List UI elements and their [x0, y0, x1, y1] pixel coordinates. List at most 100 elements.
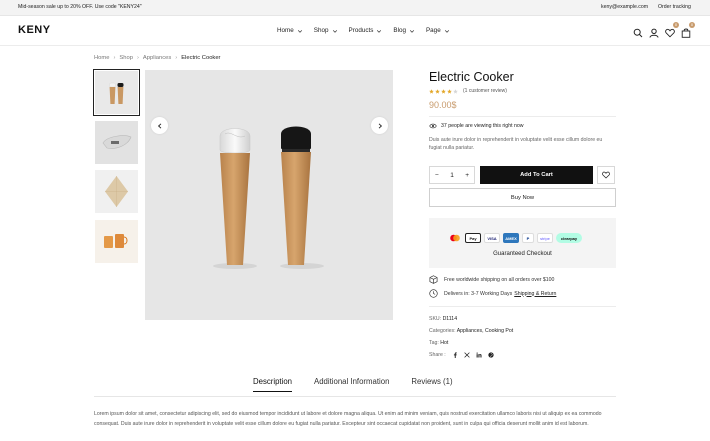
promo-text: Mid-season sale up to 20% OFF. Use code … [18, 4, 142, 10]
tab-description[interactable]: Description [253, 377, 292, 392]
tag-row: Tag: Hot [429, 340, 448, 346]
shipping-return-link[interactable]: Shipping & Return [514, 291, 556, 297]
checkout-title: Guaranteed Checkout [493, 251, 552, 257]
short-description: Duis aute irure dolor in reprehenderit i… [429, 137, 603, 152]
categories-links[interactable]: Appliances, Cooking Pot [457, 328, 514, 334]
tag-link[interactable]: Hot [440, 340, 448, 346]
breadcrumb-home[interactable]: Home [94, 55, 109, 61]
amex-icon: AMEX [503, 233, 519, 243]
contact-email[interactable]: keny@example.com [601, 4, 648, 10]
share-label: Share : [429, 352, 446, 358]
viewing-text: 37 people are viewing this right now [441, 123, 524, 129]
free-shipping-info: Free worldwide shipping on all orders ov… [429, 275, 554, 284]
breadcrumb-current: Electric Cooker [181, 55, 221, 61]
product-rating: (1 customer review) [429, 88, 507, 94]
breadcrumb-appliances[interactable]: Appliances [143, 55, 171, 61]
logo[interactable]: KENY [18, 24, 51, 36]
add-to-wishlist-button[interactable] [597, 166, 615, 184]
star-filled-icon [435, 88, 440, 94]
thumbnail-glass-mugs[interactable] [95, 220, 138, 263]
next-image-button[interactable] [371, 117, 388, 134]
quantity-value[interactable]: 1 [450, 172, 454, 179]
pinterest-icon[interactable] [488, 352, 494, 358]
chevron-down-icon [444, 29, 449, 33]
product-price: 90.00$ [429, 100, 457, 110]
review-count-link[interactable]: (1 customer review) [463, 88, 507, 94]
heart-icon [602, 171, 610, 179]
napkin-image [95, 170, 138, 213]
product-tabs: Description Additional Information Revie… [253, 377, 475, 392]
announcement-bar: Mid-season sale up to 20% OFF. Use code … [0, 0, 710, 16]
header-actions: 0 0 [633, 22, 697, 38]
nav-item-label: Home [277, 27, 294, 34]
chevron-right-icon [378, 122, 382, 129]
buy-now-button[interactable]: Buy Now [429, 188, 616, 207]
search-icon[interactable] [633, 25, 643, 38]
eye-icon [429, 123, 437, 129]
bag-icon[interactable]: 0 [681, 22, 695, 38]
tab-additional-information[interactable]: Additional Information [314, 377, 389, 392]
user-icon[interactable] [649, 25, 659, 38]
cart-count-badge: 0 [689, 22, 695, 28]
guaranteed-checkout-box: Pay VISA AMEX P stripe clearpay Guarante… [429, 218, 616, 268]
linkedin-icon[interactable] [476, 352, 482, 358]
thumbnail-gravy-boat[interactable] [95, 121, 138, 164]
nav-item-page[interactable]: Page [426, 27, 450, 34]
nav-item-label: Shop [313, 27, 329, 34]
nav-item-label: Blog [393, 27, 406, 34]
description-body: Lorem ipsum dolor sit amet, consectetur … [94, 411, 602, 427]
breadcrumb-separator: › [113, 55, 116, 61]
breadcrumb-shop[interactable]: Shop [119, 55, 133, 61]
add-to-cart-button[interactable]: Add To Cart [480, 166, 593, 184]
chevron-down-icon [377, 29, 382, 33]
nav-item-home[interactable]: Home [277, 27, 303, 34]
star-filled-icon [447, 88, 452, 94]
sku-row: SKU: D1114 [429, 316, 457, 322]
divider [429, 306, 616, 307]
tab-reviews[interactable]: Reviews (1) [411, 377, 452, 392]
wishlist-count-badge: 0 [673, 22, 679, 28]
apple-pay-icon: Pay [465, 233, 481, 243]
quantity-stepper[interactable]: − 1 + [429, 166, 475, 184]
mastercard-icon [448, 233, 462, 243]
visa-icon: VISA [484, 233, 500, 243]
delivery-text: Delivers in: 3-7 Working Days [444, 290, 513, 297]
x-twitter-icon[interactable] [464, 352, 470, 358]
order-tracking-link[interactable]: Order tracking [658, 4, 691, 10]
tabs-divider [94, 396, 616, 397]
breadcrumb-separator: › [175, 55, 178, 61]
live-viewers: 37 people are viewing this right now [429, 123, 523, 129]
star-filled-icon [441, 88, 446, 94]
star-filled-icon [429, 88, 434, 94]
nav-item-products[interactable]: Products [349, 27, 383, 34]
chevron-down-icon [297, 29, 302, 33]
paypal-icon: P [522, 233, 534, 243]
glass-mugs-image [95, 220, 138, 263]
chevron-left-icon [157, 122, 161, 129]
prev-image-button[interactable] [151, 117, 168, 134]
site-header: KENY Home Shop Products Blog Page 0 0 [0, 16, 710, 46]
breadcrumb-separator: › [136, 55, 139, 61]
delivery-info: Delivers in: 3-7 Working Days Shipping &… [429, 289, 556, 298]
sku-label: SKU: [429, 316, 442, 322]
product-title: Electric Cooker [429, 70, 514, 84]
nav-item-label: Page [425, 27, 441, 34]
facebook-icon[interactable] [452, 352, 458, 358]
increase-button[interactable]: + [465, 172, 469, 179]
chevron-down-icon [409, 29, 415, 33]
decrease-button[interactable]: − [435, 172, 439, 179]
stripe-icon: stripe [537, 233, 553, 243]
thumbnail-grinders[interactable] [93, 69, 140, 116]
heart-icon[interactable]: 0 [665, 22, 679, 38]
clearpay-icon: clearpay [556, 233, 582, 243]
nav-item-blog[interactable]: Blog [393, 27, 415, 34]
salt-pepper-grinders-image [95, 71, 138, 114]
star-empty-icon [453, 88, 458, 94]
nav-item-shop[interactable]: Shop [314, 27, 338, 34]
main-product-image [145, 70, 393, 320]
categories-label: Categories: [429, 328, 456, 334]
clock-icon [429, 289, 438, 298]
salt-pepper-grinders-image [145, 70, 393, 320]
thumbnail-napkin[interactable] [95, 170, 138, 213]
share-row: Share : [429, 352, 494, 358]
